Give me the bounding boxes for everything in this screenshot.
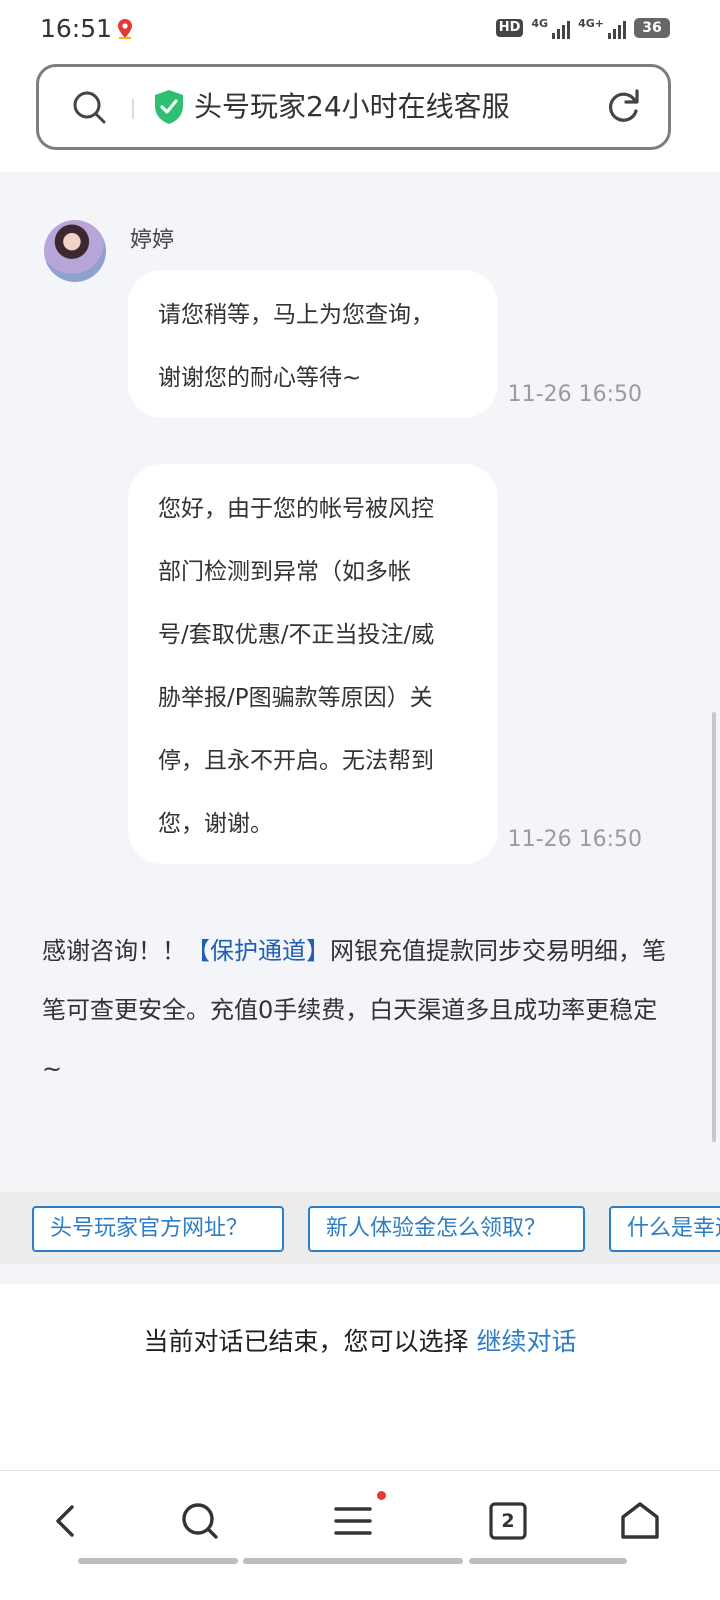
page-title[interactable]: 头号玩家24小时在线客服 xyxy=(194,89,510,125)
continue-chat-button[interactable]: 继续对话 xyxy=(477,1327,577,1356)
search-icon[interactable] xyxy=(71,89,107,125)
separator xyxy=(0,1264,720,1284)
gesture-bar xyxy=(78,1558,238,1564)
signal-2-icon: 4G+ xyxy=(578,17,626,39)
message-line: 号/套取优惠/不正当投注/威 xyxy=(158,622,435,648)
bottom-nav: 2 xyxy=(0,1470,720,1600)
status-bar: 16:51 HD 4G 4G+ 36 xyxy=(0,0,720,58)
message-timestamp: 11-26 16:50 xyxy=(507,827,642,852)
search-icon[interactable] xyxy=(178,1499,222,1543)
chat-bubble: 您好，由于您的帐号被风控 部门检测到异常（如多帐 号/套取优惠/不正当投注/威 … xyxy=(128,464,498,864)
message-line: 您，谢谢。 xyxy=(158,811,273,837)
signal-1-icon: 4G xyxy=(531,17,571,39)
message-line: 胁举报/P图骗款等原因）关 xyxy=(158,685,433,711)
status-time: 16:51 xyxy=(40,14,113,43)
promo-notice: 感谢咨询！！【保护通道】网银充值提款同步交易明细，笔笔可查更安全。充值0手续费，… xyxy=(42,922,672,1099)
quick-reply-chip[interactable]: 什么是幸运 xyxy=(609,1206,720,1252)
scrollbar[interactable] xyxy=(712,712,716,1142)
protection-channel-link[interactable]: 【保护通道】 xyxy=(186,937,330,965)
quick-reply-chip[interactable]: 头号玩家官方网址？ xyxy=(32,1206,284,1252)
notification-dot xyxy=(377,1491,386,1500)
status-indicators: HD 4G 4G+ 36 xyxy=(495,16,670,40)
quick-reply-row[interactable]: 头号玩家官方网址？ 新人体验金怎么领取？ 什么是幸运 xyxy=(0,1192,720,1264)
tabs-button[interactable]: 2 xyxy=(486,1499,530,1543)
message-line: 请您稍等，马上为您查询， xyxy=(158,302,434,328)
menu-icon[interactable] xyxy=(332,1499,376,1543)
home-icon[interactable] xyxy=(618,1499,662,1543)
chat-bubble: 请您稍等，马上为您查询， 谢谢您的耐心等待~ xyxy=(128,270,498,418)
ended-label: 当前对话已结束，您可以选择 xyxy=(143,1327,469,1356)
conversation-ended-panel: 当前对话已结束，您可以选择 继续对话 xyxy=(0,1284,720,1470)
message-line: 部门检测到异常（如多帐 xyxy=(158,559,411,585)
notice-prefix: 感谢咨询！！ xyxy=(42,937,186,965)
message-timestamp: 11-26 16:50 xyxy=(507,382,642,407)
refresh-icon[interactable] xyxy=(604,87,642,125)
address-bar[interactable]: 头号玩家24小时在线客服 xyxy=(36,64,671,150)
shield-check-icon xyxy=(155,90,183,124)
gesture-bar xyxy=(469,1558,627,1564)
chat-area[interactable]: 婷婷 请您稍等，马上为您查询， 谢谢您的耐心等待~ 11-26 16:50 您好… xyxy=(0,172,720,1192)
message-line: 谢谢您的耐心等待~ xyxy=(158,365,362,391)
tabs-count: 2 xyxy=(501,1510,515,1532)
agent-name: 婷婷 xyxy=(130,228,175,253)
back-icon[interactable] xyxy=(44,1499,88,1543)
message-line: 停，且永不开启。无法帮到 xyxy=(158,748,434,774)
location-pin-icon xyxy=(118,19,132,39)
gesture-bar xyxy=(243,1558,463,1564)
ended-message: 当前对话已结束，您可以选择 继续对话 xyxy=(0,1322,720,1358)
message-line: 您好，由于您的帐号被风控 xyxy=(158,496,434,522)
hd-badge: HD xyxy=(495,19,524,37)
battery-indicator: 36 xyxy=(634,18,670,38)
quick-reply-chip[interactable]: 新人体验金怎么领取？ xyxy=(308,1206,585,1252)
search-divider xyxy=(132,99,134,119)
agent-avatar xyxy=(44,220,106,282)
